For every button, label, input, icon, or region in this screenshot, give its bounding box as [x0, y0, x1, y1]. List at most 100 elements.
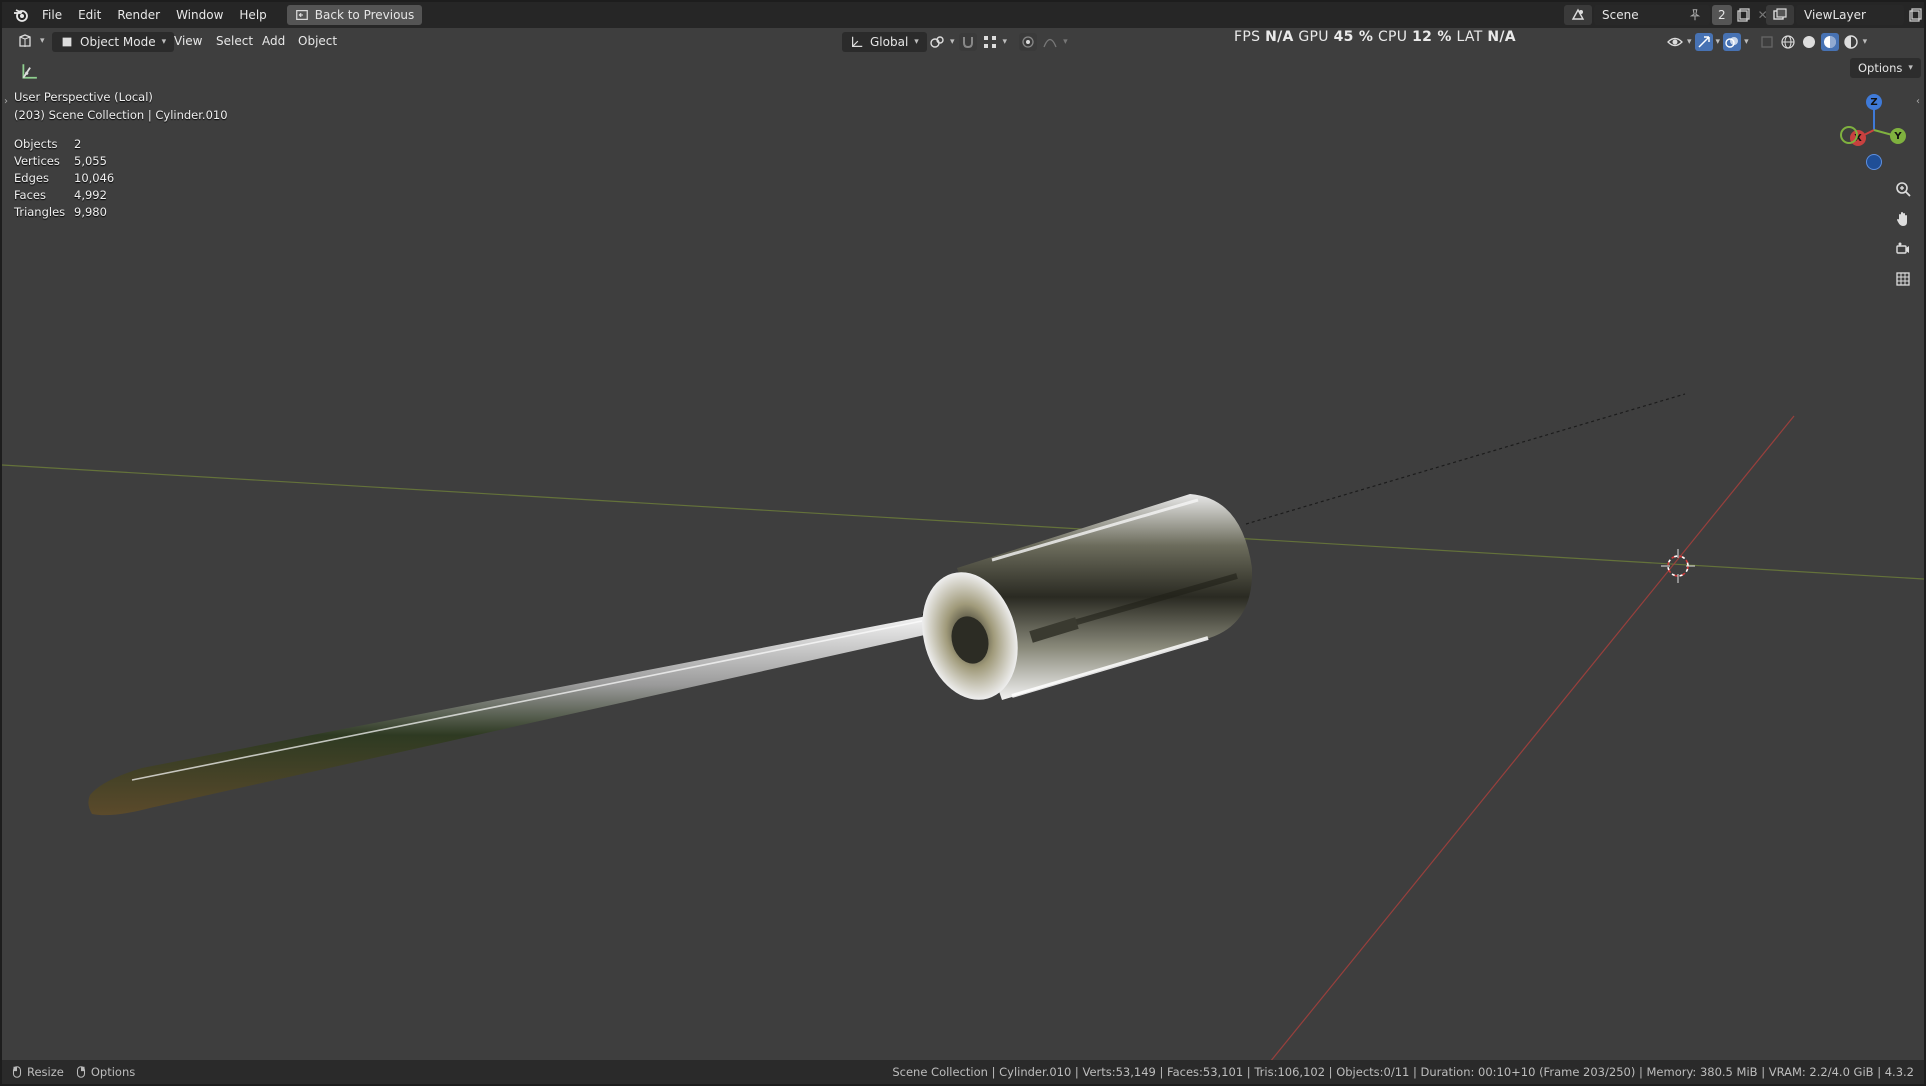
chevron-down-icon: ▾ [914, 37, 919, 47]
x-axis-line [1269, 415, 1795, 1062]
viewport-options-button[interactable]: Options ▾ [1850, 58, 1921, 78]
view-name: User Perspective (Local) [14, 90, 153, 104]
viewport-header: ▾ Object Mode ▾ View Select Add Object G… [2, 28, 1924, 56]
screwdriver-shaft[interactable] [88, 615, 938, 816]
object-mode-label: Object Mode [80, 35, 156, 49]
new-view-layer-icon[interactable] [1906, 6, 1924, 24]
3d-cursor[interactable] [1661, 549, 1695, 583]
status-options-label: Options [90, 1065, 136, 1079]
top-bar: File Edit Render Window Help Back to Pre… [2, 2, 1924, 28]
stat-row: Faces 4,992 [14, 187, 114, 204]
status-bar: Resize Options Scene Collection | Cylind… [2, 1060, 1924, 1084]
editor-type-selector[interactable]: ▾ [14, 32, 45, 50]
back-to-previous-button[interactable]: Back to Previous [286, 5, 423, 25]
stat-label: Objects [14, 137, 58, 151]
visibility-eye-icon[interactable] [1666, 33, 1684, 51]
proportional-edit-icon[interactable] [1019, 33, 1038, 51]
menu-file[interactable]: File [34, 2, 70, 28]
orientation-label: Global [870, 35, 909, 49]
zoom-icon[interactable] [1890, 176, 1916, 202]
menu-window[interactable]: Window [168, 2, 231, 28]
stat-row: Edges 10,046 [14, 170, 114, 187]
menu-object[interactable]: Object [290, 28, 345, 54]
chevron-left-icon[interactable]: ‹ [1916, 96, 1920, 107]
stat-row: Vertices 5,055 [14, 153, 114, 170]
editor-type-icon[interactable] [14, 32, 36, 50]
relation-line [1245, 393, 1686, 525]
chevron-down-icon: ▾ [40, 36, 45, 46]
back-to-previous-label: Back to Previous [314, 8, 415, 22]
stat-value: 2 [74, 137, 82, 151]
stat-label: Vertices [14, 154, 60, 168]
collection-info: (203) Scene Collection | Cylinder.010 [14, 108, 228, 122]
menu-help[interactable]: Help [231, 2, 274, 28]
xray-toggle-icon[interactable] [1758, 33, 1776, 51]
menu-add[interactable]: Add [254, 28, 293, 54]
solid-shading-icon[interactable] [1800, 33, 1818, 51]
gizmo-neg-z-axis[interactable] [1866, 154, 1882, 170]
scene-name-field[interactable]: Scene [1594, 5, 1710, 25]
chevron-down-icon: ▾ [950, 37, 955, 47]
stat-value: 10,046 [74, 171, 115, 185]
grid-view-icon[interactable] [1890, 266, 1916, 292]
pin-icon[interactable] [1688, 8, 1702, 22]
stat-row: Triangles 9,980 [14, 204, 114, 221]
transform-orientation-dropdown[interactable]: Global ▾ [842, 32, 927, 52]
rendered-shading-icon[interactable] [1842, 33, 1860, 51]
3d-viewport[interactable]: User Perspective (Local) (203) Scene Col… [2, 28, 1924, 1062]
menu-render[interactable]: Render [109, 2, 168, 28]
snap-magnet-icon[interactable] [958, 33, 977, 51]
y-axis-line [2, 464, 1924, 580]
view-layer-icon[interactable] [1766, 5, 1794, 25]
chevron-down-icon: ▾ [1908, 63, 1913, 73]
new-scene-icon[interactable] [1734, 6, 1752, 24]
chevron-down-icon: ▾ [1687, 37, 1692, 47]
view-layer-selector: ViewLayer ✕ [1766, 5, 1924, 25]
stat-value: 5,055 [74, 154, 107, 168]
scene-statistics: Objects 2 Vertices 5,055 Edges 10,046 Faces… [14, 136, 114, 221]
snap-increment-icon[interactable] [981, 33, 999, 51]
scene-icon[interactable] [1564, 5, 1592, 25]
menu-view[interactable]: View [166, 28, 210, 54]
view-layer-field[interactable]: ViewLayer [1796, 5, 1904, 25]
chevron-right-icon[interactable]: › [4, 96, 8, 107]
fps-label: FPS [1234, 29, 1261, 45]
fps-value: N/A [1265, 29, 1294, 45]
gizmo-y-axis[interactable]: Y [1890, 128, 1906, 144]
gizmo-z-axis[interactable]: Z [1866, 94, 1882, 110]
stat-row: Objects 2 [14, 136, 114, 153]
measure-tool-icon[interactable] [16, 58, 42, 84]
mouse-left-icon [10, 1063, 24, 1081]
scene-selector: Scene 2 ✕ [1564, 5, 1772, 25]
stat-label: Triangles [14, 205, 66, 219]
camera-view-icon[interactable] [1890, 236, 1916, 262]
chevron-down-icon: ▾ [1063, 37, 1068, 47]
scene-name: Scene [1602, 8, 1639, 22]
viewport-options-label: Options [1858, 61, 1903, 75]
object-mode-dropdown[interactable]: Object Mode ▾ [52, 32, 175, 52]
scene-users-count[interactable]: 2 [1712, 5, 1732, 25]
gpu-value: 45 % [1333, 29, 1374, 45]
view-layer-name: ViewLayer [1804, 8, 1866, 22]
viewport-scene[interactable] [2, 28, 1924, 1062]
overlays-toggle-icon[interactable] [1723, 33, 1742, 51]
falloff-curve-icon[interactable] [1041, 33, 1059, 51]
pivot-point-icon[interactable] [928, 33, 946, 51]
chevron-down-icon: ▾ [1715, 37, 1721, 47]
chevron-down-icon: ▾ [1002, 37, 1008, 47]
performance-monitor: FPS N/A GPU 45 % CPU 12 % LAT N/A [1234, 29, 1516, 45]
status-info: Scene Collection | Cylinder.010 | Verts:… [892, 1065, 1914, 1079]
gpu-label: GPU [1298, 29, 1329, 45]
navigation-gizmo[interactable]: Z X Y [1836, 90, 1906, 170]
pan-hand-icon[interactable] [1890, 206, 1916, 232]
menu-edit[interactable]: Edit [70, 2, 109, 28]
chevron-down-icon: ▾ [1744, 37, 1749, 47]
mouse-right-icon [74, 1063, 88, 1081]
gizmo-toggle-icon[interactable] [1694, 33, 1713, 51]
wireframe-shading-icon[interactable] [1779, 33, 1797, 51]
object-mode-icon [60, 35, 74, 49]
gizmo-neg-y-axis[interactable] [1840, 126, 1858, 144]
lat-value: N/A [1487, 29, 1516, 45]
blender-logo-icon[interactable] [12, 6, 30, 24]
material-preview-icon[interactable] [1820, 33, 1839, 51]
